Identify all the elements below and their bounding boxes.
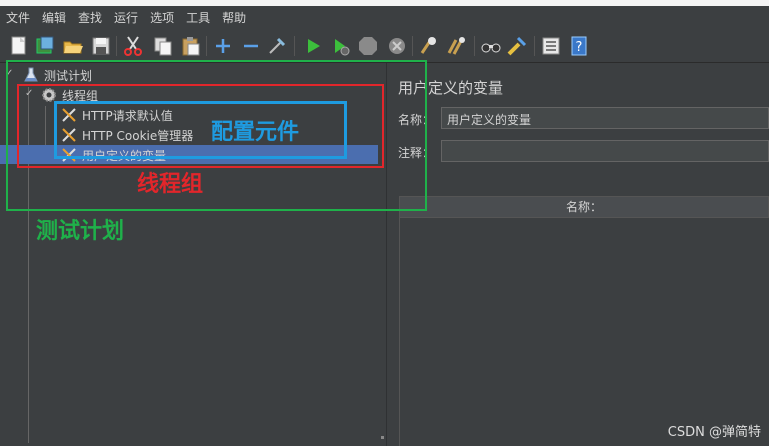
templates-icon[interactable]: [34, 35, 56, 57]
toolbar-separator: [116, 36, 117, 56]
start-icon[interactable]: [302, 35, 324, 57]
expand-icon[interactable]: [212, 35, 234, 57]
config-elements-annotation-label: 配置元件: [211, 120, 300, 145]
menu-edit[interactable]: 编辑: [36, 6, 72, 30]
stop-icon[interactable]: [357, 35, 379, 57]
toolbar-separator: [534, 36, 535, 56]
paste-icon[interactable]: [180, 35, 202, 57]
new-icon[interactable]: [8, 35, 30, 57]
clear-all-icon[interactable]: [446, 35, 468, 57]
search-icon[interactable]: [480, 35, 502, 57]
test-plan-annotation-label: 测试计划: [36, 219, 125, 244]
comment-field[interactable]: [441, 140, 769, 162]
menu-help[interactable]: 帮助: [216, 6, 252, 30]
menu-bar: 文件 编辑 查找 运行 选项 工具 帮助: [0, 6, 769, 30]
copy-icon[interactable]: [152, 35, 174, 57]
toolbar-separator: [294, 36, 295, 56]
menu-tools[interactable]: 工具: [180, 6, 216, 30]
reset-search-icon[interactable]: [506, 35, 528, 57]
save-icon[interactable]: [90, 35, 112, 57]
thread-group-annotation-label: 线程组: [137, 172, 204, 197]
function-helper-icon[interactable]: [540, 35, 562, 57]
menu-options[interactable]: 选项: [144, 6, 180, 30]
open-icon[interactable]: [62, 35, 84, 57]
watermark: CSDN @弹简特: [667, 425, 761, 440]
cut-icon[interactable]: [122, 35, 144, 57]
variables-table-body[interactable]: [399, 218, 769, 446]
toolbar: ?: [0, 30, 769, 63]
toggle-icon[interactable]: [266, 35, 288, 57]
config-elements-annotation-box: [54, 101, 347, 159]
toolbar-separator: [206, 36, 207, 56]
svg-text:?: ?: [576, 40, 583, 55]
help-icon[interactable]: ?: [568, 35, 590, 57]
variables-table-header[interactable]: 名称：: [399, 196, 769, 218]
shutdown-icon[interactable]: [386, 35, 408, 57]
element-config-panel: 用户定义的变量 名称： 用户定义的变量 注释： 名称：: [387, 63, 769, 446]
toolbar-separator: [412, 36, 413, 56]
clear-icon[interactable]: [418, 35, 440, 57]
toolbar-separator: [474, 36, 475, 56]
menu-search[interactable]: 查找: [72, 6, 108, 30]
start-no-pause-icon[interactable]: [330, 35, 352, 57]
collapse-icon[interactable]: [240, 35, 262, 57]
menu-file[interactable]: 文件: [0, 6, 36, 30]
splitter-grip[interactable]: [381, 436, 384, 439]
menu-run[interactable]: 运行: [108, 6, 144, 30]
name-field[interactable]: 用户定义的变量: [441, 107, 769, 129]
